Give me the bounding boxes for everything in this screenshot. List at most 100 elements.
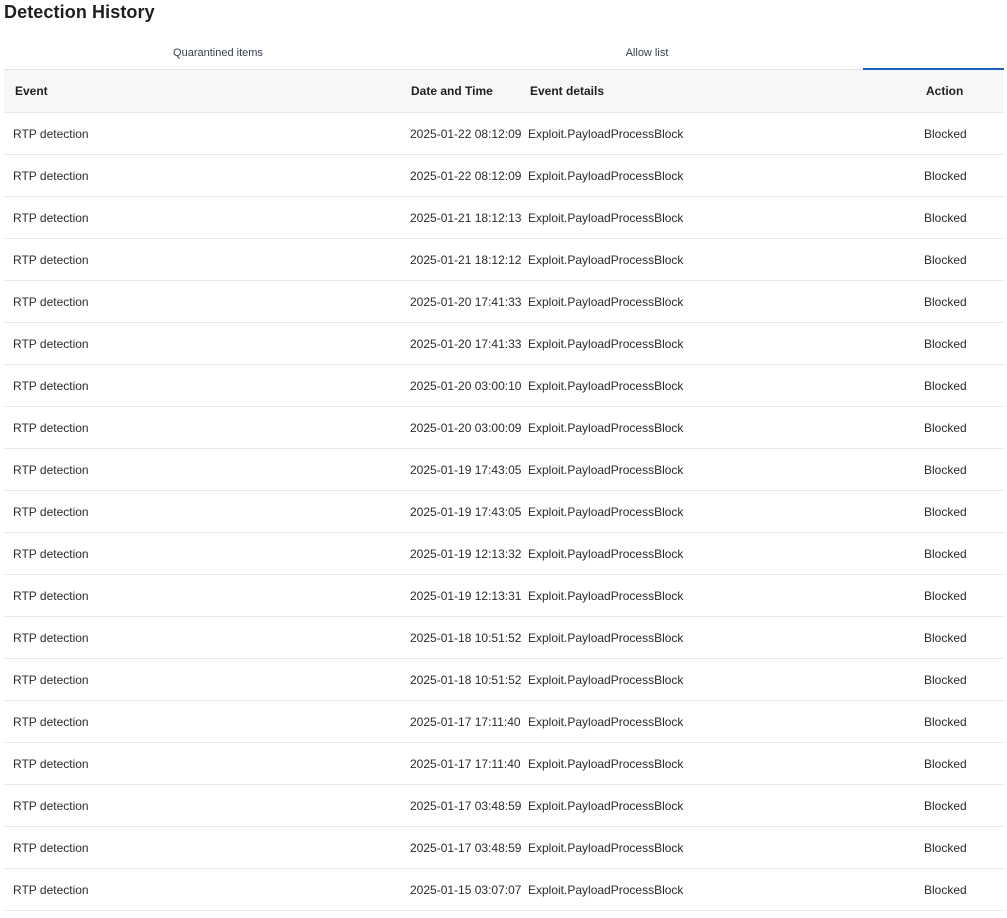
action-cell: Blocked: [924, 252, 967, 267]
table-row[interactable]: RTP detection 2025-01-19 12:13:32 Exploit.…: [4, 533, 1004, 575]
event-details-cell: Exploit.PayloadProcessBlock: [528, 504, 684, 519]
table-row[interactable]: RTP detection 2025-01-19 12:13:31 Exploit.…: [4, 575, 1004, 617]
event-details-cell: Exploit.PayloadProcessBlock: [528, 252, 684, 267]
table-row[interactable]: RTP detection 2025-01-18 10:51:52 Exploit.…: [4, 617, 1004, 659]
table-body: RTP detection 2025-01-22 08:12:09 Exploit.…: [4, 113, 1004, 911]
event-details-cell: Exploit.PayloadProcessBlock: [528, 168, 684, 183]
date-time-cell: 2025-01-22 08:12:09: [410, 168, 522, 183]
event-cell: RTP detection: [13, 882, 89, 897]
date-time-cell: 2025-01-19 17:43:05: [410, 462, 522, 477]
event-cell: RTP detection: [13, 714, 89, 729]
date-time-cell: 2025-01-21 18:12:13: [410, 210, 522, 225]
event-details-cell: Exploit.PayloadProcessBlock: [528, 420, 684, 435]
date-time-cell: 2025-01-17 17:11:40: [410, 714, 521, 729]
date-time-cell: 2025-01-18 10:51:52: [410, 672, 522, 687]
date-time-cell: 2025-01-17 17:11:40: [410, 756, 521, 771]
tab-bar: Quarantined items Allow list: [4, 40, 1004, 70]
table-row[interactable]: RTP detection 2025-01-20 03:00:09 Exploit.…: [4, 407, 1004, 449]
table-row[interactable]: RTP detection 2025-01-17 17:11:40 Exploit.…: [4, 743, 1004, 785]
event-details-cell: Exploit.PayloadProcessBlock: [528, 882, 684, 897]
action-cell: Blocked: [924, 294, 967, 309]
event-details-cell: Exploit.PayloadProcessBlock: [528, 378, 684, 393]
table-header-row: Event Date and Time Event details Action: [4, 70, 1004, 113]
event-cell: RTP detection: [13, 672, 89, 687]
table-row[interactable]: RTP detection 2025-01-21 18:12:13 Exploit.…: [4, 197, 1004, 239]
column-header-date-and-time[interactable]: Date and Time: [411, 70, 493, 112]
tab-detection-history[interactable]: [863, 40, 1004, 70]
table-row[interactable]: RTP detection 2025-01-22 08:12:09 Exploit.…: [4, 155, 1004, 197]
action-cell: Blocked: [924, 504, 967, 519]
action-cell: Blocked: [924, 840, 967, 855]
event-details-cell: Exploit.PayloadProcessBlock: [528, 840, 684, 855]
action-cell: Blocked: [924, 168, 967, 183]
event-cell: RTP detection: [13, 462, 89, 477]
event-details-cell: Exploit.PayloadProcessBlock: [528, 714, 684, 729]
date-time-cell: 2025-01-19 12:13:31: [410, 588, 522, 603]
date-time-cell: 2025-01-17 03:48:59: [410, 798, 522, 813]
event-details-cell: Exploit.PayloadProcessBlock: [528, 630, 684, 645]
table-row[interactable]: RTP detection 2025-01-20 17:41:33 Exploit.…: [4, 323, 1004, 365]
tab-allow-list[interactable]: Allow list: [432, 40, 862, 69]
event-cell: RTP detection: [13, 420, 89, 435]
event-cell: RTP detection: [13, 336, 89, 351]
event-details-cell: Exploit.PayloadProcessBlock: [528, 210, 684, 225]
table-row[interactable]: RTP detection 2025-01-17 17:11:40 Exploit.…: [4, 701, 1004, 743]
date-time-cell: 2025-01-19 12:13:32: [410, 546, 522, 561]
event-cell: RTP detection: [13, 798, 89, 813]
action-cell: Blocked: [924, 126, 967, 141]
table-row[interactable]: RTP detection 2025-01-22 08:12:09 Exploit.…: [4, 113, 1004, 155]
date-time-cell: 2025-01-22 08:12:09: [410, 126, 522, 141]
date-time-cell: 2025-01-20 03:00:09: [410, 420, 522, 435]
action-cell: Blocked: [924, 336, 967, 351]
event-cell: RTP detection: [13, 756, 89, 771]
event-cell: RTP detection: [13, 588, 89, 603]
table-row[interactable]: RTP detection 2025-01-19 17:43:05 Exploit.…: [4, 491, 1004, 533]
date-time-cell: 2025-01-18 10:51:52: [410, 630, 522, 645]
date-time-cell: 2025-01-21 18:12:12: [410, 252, 522, 267]
table-row[interactable]: RTP detection 2025-01-17 03:48:59 Exploit.…: [4, 785, 1004, 827]
event-cell: RTP detection: [13, 546, 89, 561]
tab-quarantined-items[interactable]: Quarantined items: [4, 40, 432, 69]
event-cell: RTP detection: [13, 210, 89, 225]
action-cell: Blocked: [924, 672, 967, 687]
table-row[interactable]: RTP detection 2025-01-21 18:12:12 Exploit.…: [4, 239, 1004, 281]
event-cell: RTP detection: [13, 252, 89, 267]
column-header-event-details[interactable]: Event details: [530, 70, 604, 112]
date-time-cell: 2025-01-20 17:41:33: [410, 336, 522, 351]
action-cell: Blocked: [924, 588, 967, 603]
date-time-cell: 2025-01-20 17:41:33: [410, 294, 522, 309]
page-title: Detection History: [4, 2, 155, 22]
event-details-cell: Exploit.PayloadProcessBlock: [528, 126, 684, 141]
event-details-cell: Exploit.PayloadProcessBlock: [528, 294, 684, 309]
action-cell: Blocked: [924, 546, 967, 561]
date-time-cell: 2025-01-19 17:43:05: [410, 504, 522, 519]
table-row[interactable]: RTP detection 2025-01-20 17:41:33 Exploit.…: [4, 281, 1004, 323]
column-header-action[interactable]: Action: [926, 70, 963, 112]
event-details-cell: Exploit.PayloadProcessBlock: [528, 798, 684, 813]
action-cell: Blocked: [924, 210, 967, 225]
table-row[interactable]: RTP detection 2025-01-20 03:00:10 Exploit.…: [4, 365, 1004, 407]
table-row[interactable]: RTP detection 2025-01-18 10:51:52 Exploit.…: [4, 659, 1004, 701]
event-cell: RTP detection: [13, 168, 89, 183]
action-cell: Blocked: [924, 462, 967, 477]
event-details-cell: Exploit.PayloadProcessBlock: [528, 336, 684, 351]
event-details-cell: Exploit.PayloadProcessBlock: [528, 756, 684, 771]
event-details-cell: Exploit.PayloadProcessBlock: [528, 588, 684, 603]
event-cell: RTP detection: [13, 504, 89, 519]
action-cell: Blocked: [924, 882, 967, 897]
event-cell: RTP detection: [13, 630, 89, 645]
event-cell: RTP detection: [13, 378, 89, 393]
action-cell: Blocked: [924, 798, 967, 813]
table-row[interactable]: RTP detection 2025-01-17 03:48:59 Exploit.…: [4, 827, 1004, 869]
date-time-cell: 2025-01-15 03:07:07: [410, 882, 522, 897]
table-row[interactable]: RTP detection 2025-01-15 03:07:07 Exploit.…: [4, 869, 1004, 911]
column-header-event[interactable]: Event: [15, 70, 48, 112]
date-time-cell: 2025-01-17 03:48:59: [410, 840, 522, 855]
event-cell: RTP detection: [13, 294, 89, 309]
detection-history-table: Event Date and Time Event details Action…: [4, 70, 1004, 911]
date-time-cell: 2025-01-20 03:00:10: [410, 378, 522, 393]
event-cell: RTP detection: [13, 840, 89, 855]
event-details-cell: Exploit.PayloadProcessBlock: [528, 546, 684, 561]
event-details-cell: Exploit.PayloadProcessBlock: [528, 672, 684, 687]
table-row[interactable]: RTP detection 2025-01-19 17:43:05 Exploit.…: [4, 449, 1004, 491]
